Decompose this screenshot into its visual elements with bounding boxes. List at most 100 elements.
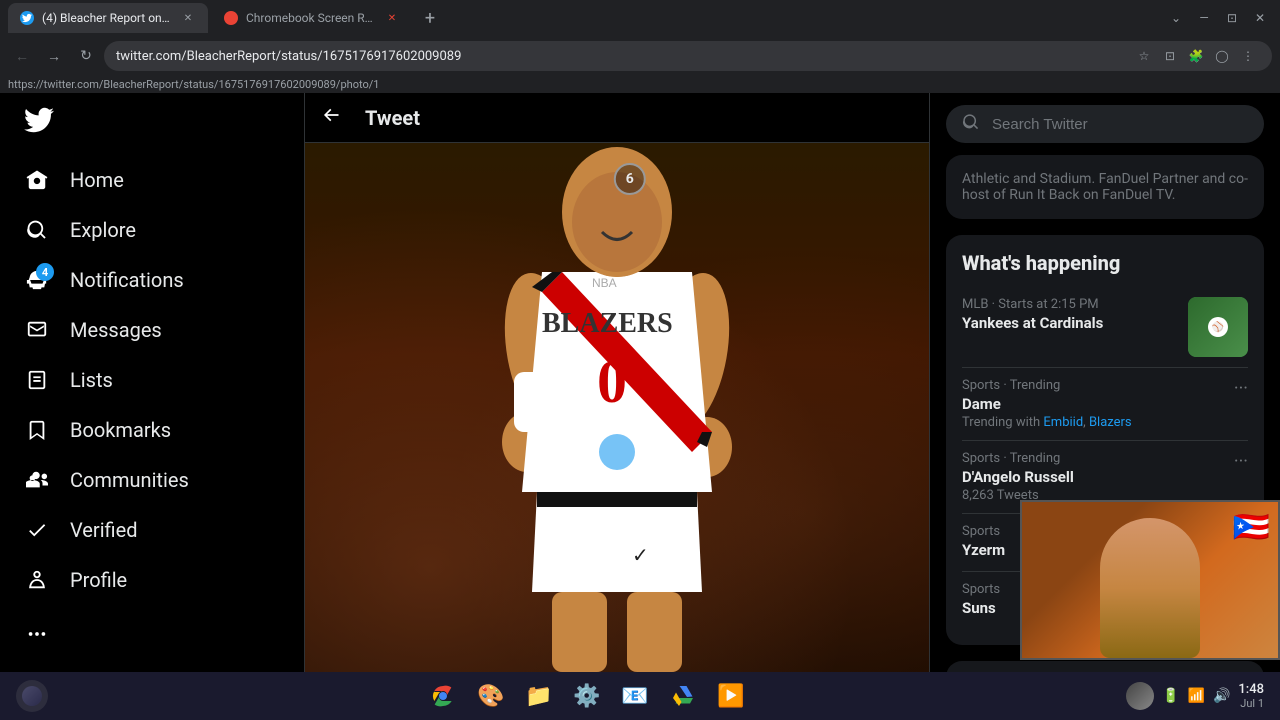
recorder-content: 🇵🇷 [1022,502,1278,658]
notification-badge: 4 [36,263,54,281]
embiid-link[interactable]: Embiid [1043,415,1083,430]
window-controls: ⌄ — ⊡ ✕ [1164,6,1272,30]
maximize-button[interactable]: ⊡ [1220,6,1244,30]
back-button[interactable] [321,105,341,130]
taskbar-colorful-icon[interactable]: 🎨 [475,680,507,712]
tab-2[interactable]: Chromebook Screen Record ✕ [212,3,412,33]
sidebar-messages-label: Messages [70,318,162,342]
tweet-panel: Tweet [305,93,930,672]
back-nav-button[interactable]: ← [8,42,36,70]
minimize-button[interactable]: — [1192,6,1216,30]
taskbar-drive-icon[interactable] [667,680,699,712]
chevron-down-icon[interactable]: ⌄ [1164,6,1188,30]
whats-happening-title: What's happening [962,251,1248,275]
trending-item-mlb[interactable]: MLB · Starts at 2:15 PM Yankees at Cardi… [962,287,1248,368]
dame-name: Dame [962,395,1248,413]
address-bar[interactable]: twitter.com/BleacherReport/status/167517… [104,41,1272,71]
dame-more-button[interactable]: ··· [1234,378,1248,399]
mlb-category: MLB · Starts at 2:15 PM [962,297,1103,312]
dame-category: Sports · Trending [962,378,1248,393]
home-icon [24,167,50,193]
browser-chrome: (4) Bleacher Report on Twitter: ' ✕ Chro… [0,0,1280,93]
notifications-icon: 4 [24,267,50,293]
taskbar-time-block: 1:48 Jul 1 [1238,682,1264,710]
taskbar-chrome-icon[interactable] [427,680,459,712]
sidebar-communities-label: Communities [70,468,189,492]
sidebar-notifications-label: Notifications [70,268,184,292]
status-bar: https://twitter.com/BleacherReport/statu… [0,76,1280,93]
address-text: twitter.com/BleacherReport/status/167517… [116,49,1124,64]
dame-trending-with: Trending with Embiid, Blazers [962,415,1248,430]
blazers-link[interactable]: Blazers [1089,415,1132,430]
jersey-badge: 6 [614,163,646,195]
player-svg: 0 BLAZERS [442,143,792,672]
taskbar-files-icon[interactable]: 📁 [523,680,555,712]
search-bar[interactable] [946,105,1264,143]
taskbar-battery-icon: 🔋 [1162,688,1179,704]
tab-2-title: Chromebook Screen Record [246,11,376,25]
verified-icon [24,517,50,543]
sidebar-item-notifications[interactable]: 4 Notifications [12,255,292,305]
tab-1-title: (4) Bleacher Report on Twitter: ' [42,11,172,25]
taskbar-avatar[interactable] [1126,682,1154,710]
sidebar-item-profile[interactable]: Profile [12,555,292,605]
messages-section: Mess [946,661,1264,672]
more-options-icon[interactable]: ⋮ [1236,44,1260,68]
new-tab-button[interactable]: + [416,4,444,32]
tab-1-favicon [20,11,34,25]
sidebar-explore-label: Explore [70,218,136,242]
more-icon [24,621,50,647]
blazers-player-image: 0 BLAZERS [305,143,929,672]
status-url: https://twitter.com/BleacherReport/statu… [8,78,379,91]
tab-2-close[interactable]: ✕ [384,10,400,26]
extensions-icon[interactable]: 🧩 [1184,44,1208,68]
sidebar-item-messages[interactable]: Messages [12,305,292,355]
tab-2-favicon [224,11,238,25]
taskbar-right: 🔋 📶 🔊 1:48 Jul 1 [1126,682,1264,710]
sidebar-item-more[interactable] [12,609,292,659]
sidebar-item-home[interactable]: Home [12,155,292,205]
taskbar-apps-icon[interactable]: ⚙️ [571,680,603,712]
sidebar-item-communities[interactable]: Communities [12,455,292,505]
screen-recorder-overlay: 🇵🇷 [1020,500,1280,660]
lists-icon [24,367,50,393]
sidebar-item-bookmarks[interactable]: Bookmarks [12,405,292,455]
tab-1[interactable]: (4) Bleacher Report on Twitter: ' ✕ [8,3,208,33]
taskbar-time: 1:48 [1238,682,1264,697]
left-sidebar: Home Explore 4 Notifications Messages [0,93,305,672]
author-bar: KOBE 💙 24 Goat Jr @WhoisHendough ··· ⏸ [12,659,292,672]
dangelo-more-button[interactable]: ··· [1234,451,1248,472]
taskbar-system-icon[interactable] [16,680,48,712]
bookmark-page-icon[interactable]: ☆ [1132,44,1156,68]
twitter-logo[interactable] [12,93,292,151]
taskbar-gmail-icon[interactable]: 📧 [619,680,651,712]
address-bar-actions: ☆ ⊡ 🧩 ◯ ⋮ [1132,44,1260,68]
sidebar-item-lists[interactable]: Lists [12,355,292,405]
taskbar-center: 🎨 📁 ⚙️ 📧 ▶️ [60,680,1114,712]
sidebar-item-verified[interactable]: Verified [12,505,292,555]
taskbar: 🎨 📁 ⚙️ 📧 ▶️ 🔋 📶 🔊 1:48 Jul 1 [0,672,1280,720]
messages-icon [24,317,50,343]
taskbar-youtube-icon[interactable]: ▶️ [715,680,747,712]
tab-1-close[interactable]: ✕ [180,10,196,26]
taskbar-wifi-icon: 📶 [1188,688,1205,704]
close-button[interactable]: ✕ [1248,6,1272,30]
profile-description-box: Athletic and Stadium. FanDuel Partner an… [946,155,1264,219]
cast-icon[interactable]: ⊡ [1158,44,1182,68]
bookmarks-icon [24,417,50,443]
taskbar-sound-icon: 🔊 [1213,688,1230,704]
trending-item-dame[interactable]: ··· Sports · Trending Dame Trending with… [962,368,1248,441]
taskbar-date: Jul 1 [1238,697,1264,710]
sidebar-item-explore[interactable]: Explore [12,205,292,255]
taskbar-left [16,680,48,712]
tab-bar: (4) Bleacher Report on Twitter: ' ✕ Chro… [0,0,1280,36]
recorder-person [1100,518,1200,658]
profile-circle-icon[interactable]: ◯ [1210,44,1234,68]
forward-nav-button[interactable]: → [40,42,68,70]
profile-icon [24,567,50,593]
profile-description-text: Athletic and Stadium. FanDuel Partner an… [962,171,1248,203]
tweet-header: Tweet [305,93,929,143]
reload-button[interactable]: ↻ [72,42,100,70]
mlb-thumbnail: ⚾ [1188,297,1248,357]
search-input[interactable] [992,116,1248,133]
